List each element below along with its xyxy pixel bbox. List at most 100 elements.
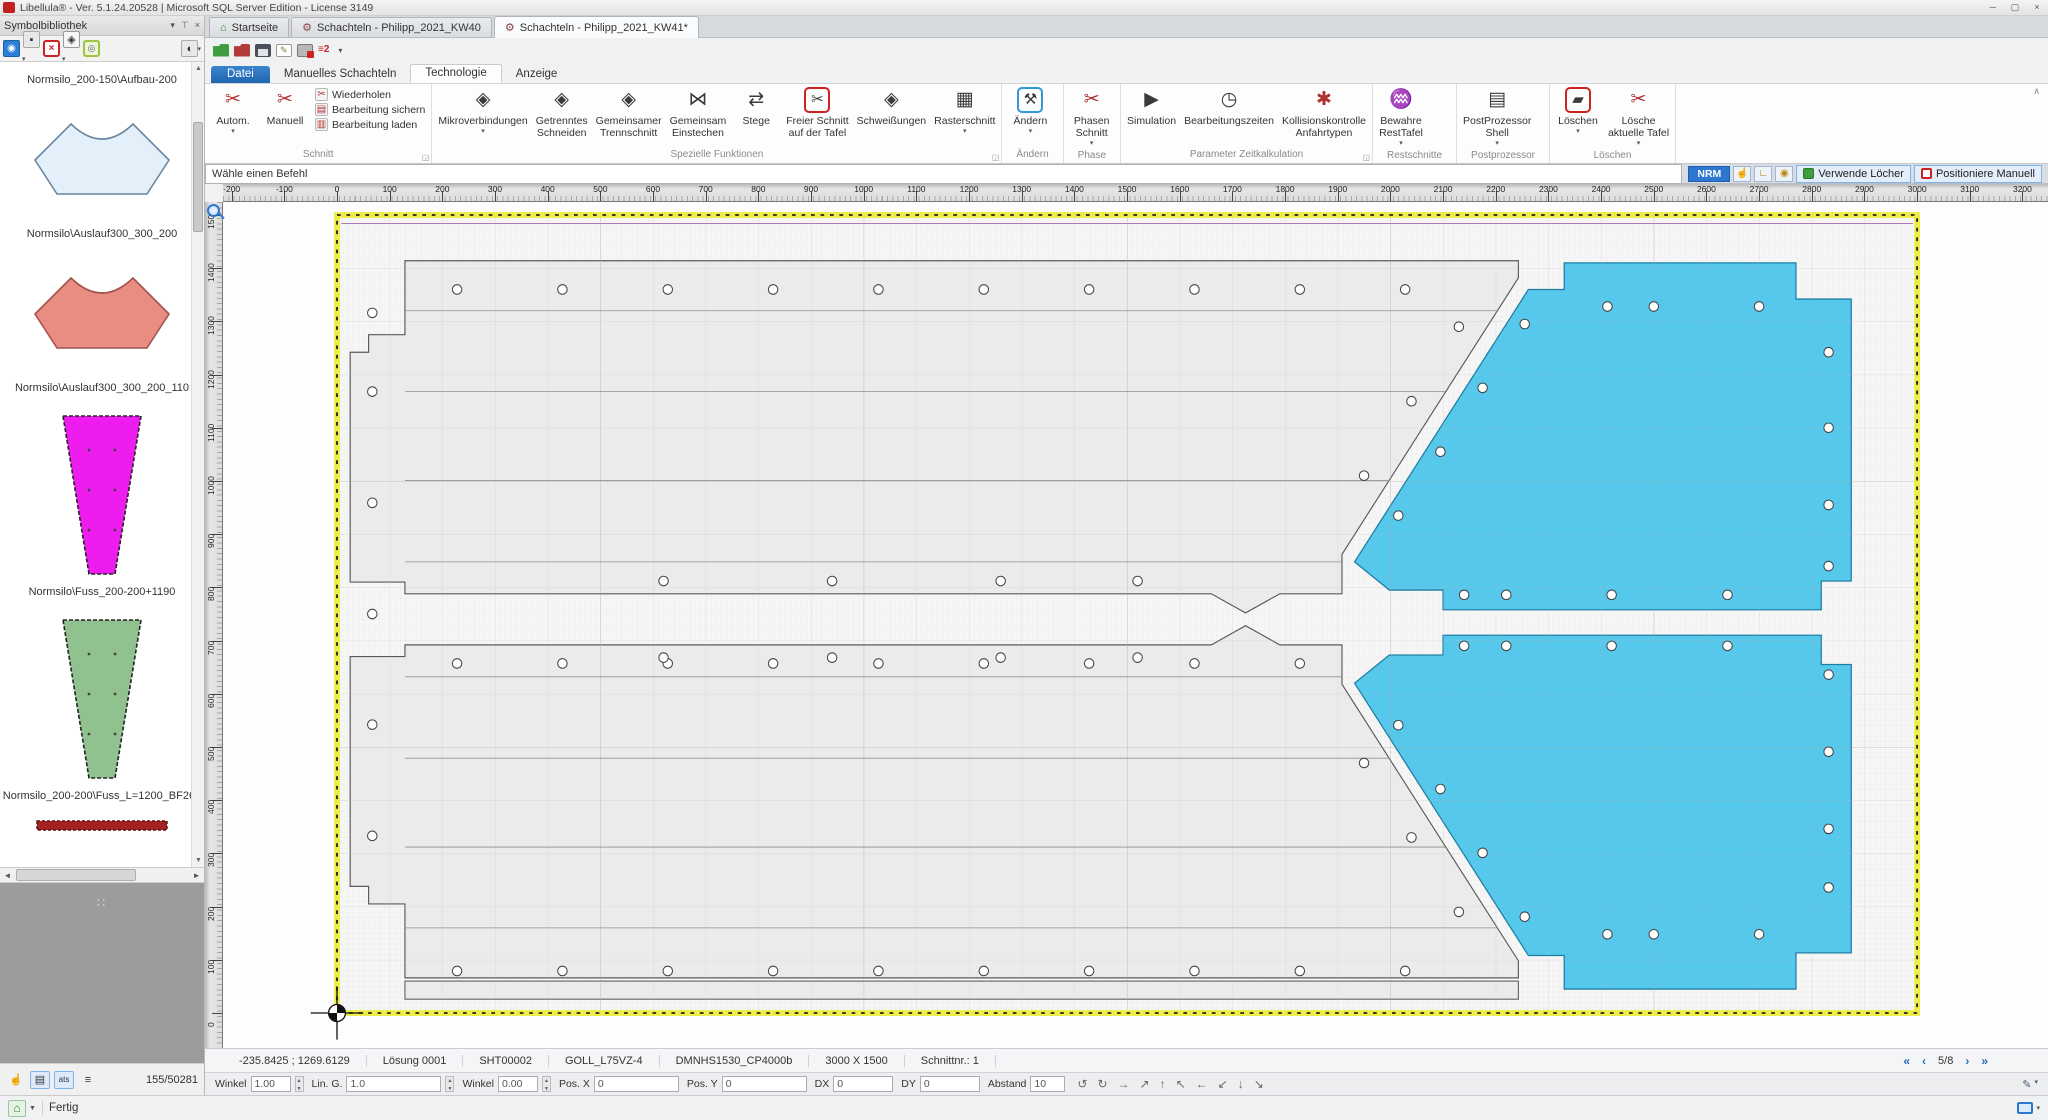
doc-tab-2[interactable]: ⚙Schachteln - Philipp_2021_KW41*: [494, 16, 699, 38]
gemeinsam-einstechen-button[interactable]: ⋈Gemeinsam Einstechen: [666, 85, 731, 141]
transform-arrow-6[interactable]: ←: [1196, 1077, 1208, 1091]
monitor-icon[interactable]: [2017, 1102, 2033, 1114]
transform-arrow-7[interactable]: ↙: [1218, 1077, 1228, 1091]
scrollbar-thumb[interactable]: [193, 122, 203, 232]
prev-page-button[interactable]: ‹: [1922, 1054, 1926, 1068]
library-horizontal-scrollbar[interactable]: ◄ ►: [0, 868, 204, 883]
spinner-icon[interactable]: ▲▼: [295, 1076, 304, 1092]
edit-field-pos-x-input[interactable]: 0: [594, 1076, 679, 1092]
use-holes-toggle[interactable]: Verwende Löcher: [1796, 165, 1911, 183]
list-icon[interactable]: ≡: [78, 1071, 98, 1089]
panel-pin-icon[interactable]: ⊤: [181, 20, 189, 31]
manuell-button[interactable]: ✂Manuell: [259, 85, 311, 129]
touch-mode-icon[interactable]: ☝: [1733, 166, 1751, 182]
edit-document-icon[interactable]: [276, 44, 292, 57]
ribbon-tab-technologie[interactable]: Technologie: [410, 64, 501, 83]
transform-arrow-8[interactable]: ↓: [1238, 1077, 1244, 1091]
parts-text-icon[interactable]: ats: [54, 1071, 74, 1089]
edit-field-dx-input[interactable]: 0: [833, 1076, 893, 1092]
display-icon[interactable]: ◐: [181, 40, 198, 57]
simulation-button[interactable]: ▶Simulation: [1123, 85, 1180, 129]
camera-icon[interactable]: ◎: [83, 40, 100, 57]
loesche-aktuelle-tafel-button[interactable]: ✂Lösche aktuelle Tafel▾: [1604, 85, 1673, 150]
scroll-up-icon[interactable]: ▲: [192, 62, 204, 75]
aendern-button[interactable]: ⚒Ändern▾: [1004, 85, 1056, 138]
nesting-canvas[interactable]: 1500140013001200110010009008007006005004…: [205, 202, 2048, 1048]
command-input[interactable]: Wähle einen Befehl: [205, 164, 1682, 184]
next-page-button[interactable]: ›: [1965, 1054, 1969, 1068]
library-part-thumbnail[interactable]: [0, 808, 204, 836]
autom-button[interactable]: ✂Autom.▾: [207, 85, 259, 138]
position-manual-toggle[interactable]: Positioniere Manuell: [1914, 165, 2042, 183]
scroll-right-icon[interactable]: ►: [189, 868, 204, 883]
sync-icon[interactable]: ◉: [3, 40, 20, 57]
panel-dropdown-icon[interactable]: ▾: [170, 20, 175, 31]
library-part-thumbnail[interactable]: [0, 400, 204, 582]
box-icon[interactable]: ◈: [63, 31, 80, 48]
gemeinsamer-trennschnitt-button[interactable]: ◈Gemeinsamer Trennschnitt: [592, 85, 666, 141]
monitor-dropdown-icon[interactable]: ▾: [2036, 1104, 2040, 1112]
library-part-thumbnail[interactable]: [0, 246, 204, 378]
transform-arrow-9[interactable]: ↘: [1254, 1077, 1264, 1091]
bewahre-resttafel-button[interactable]: ♒Bewahre RestTafel▾: [1375, 85, 1427, 150]
dialog-launcher-icon[interactable]: ◲: [1362, 153, 1370, 162]
loeschen-button[interactable]: ▰Löschen▾: [1552, 85, 1604, 138]
library-folder-icon[interactable]: ▤: [30, 1071, 50, 1089]
zoom-tool-icon[interactable]: [207, 204, 220, 217]
bearbeitungszeiten-button[interactable]: ◷Bearbeitungszeiten: [1180, 85, 1278, 129]
spinner-icon[interactable]: ▲▼: [542, 1076, 551, 1092]
library-part-thumbnail[interactable]: [0, 604, 204, 786]
quick-access-more-icon[interactable]: ▾: [338, 46, 342, 55]
bearbeitung-sichern-button[interactable]: ▤Bearbeitung sichern: [315, 103, 425, 116]
mikroverbindungen-button[interactable]: ◈Mikroverbindungen▾: [434, 85, 531, 138]
wiederholen-button[interactable]: ✂Wiederholen: [315, 88, 425, 101]
scrollbar-thumb[interactable]: [16, 869, 136, 881]
stats-icon[interactable]: ▪: [23, 31, 40, 48]
close-button[interactable]: ×: [2026, 2, 2048, 13]
library-vertical-scrollbar[interactable]: ▲ ▼: [191, 62, 204, 867]
rasterschnitt-button[interactable]: ▦Rasterschnitt▾: [930, 85, 999, 138]
scroll-left-icon[interactable]: ◄: [0, 868, 15, 883]
edit-field-abstand-input[interactable]: 10: [1030, 1076, 1065, 1092]
dialog-launcher-icon[interactable]: ◲: [422, 153, 430, 162]
schweissungen-button[interactable]: ◈Schweißungen: [853, 85, 930, 129]
doc-tab-1[interactable]: ⚙Schachteln - Philipp_2021_KW40: [291, 17, 492, 37]
phasen-schnitt-button[interactable]: ✂Phasen Schnitt▾: [1066, 85, 1118, 150]
spinner-icon[interactable]: ▲▼: [445, 1076, 454, 1092]
scroll-down-icon[interactable]: ▼: [192, 854, 204, 867]
stege-button[interactable]: ⇄Stege: [730, 85, 782, 129]
postprozessor-shell-button[interactable]: ▤PostProzessor Shell▾: [1459, 85, 1535, 150]
edit-field-pos-y-input[interactable]: 0: [722, 1076, 807, 1092]
maximize-button[interactable]: ▢: [2004, 2, 2026, 13]
first-page-button[interactable]: «: [1903, 1054, 1910, 1068]
save-icon[interactable]: [255, 44, 271, 57]
pipe-mode-icon[interactable]: ∟: [1754, 166, 1772, 182]
minimize-button[interactable]: ─: [1982, 2, 2004, 13]
bearbeitung-laden-button[interactable]: ▥Bearbeitung laden: [315, 118, 425, 131]
ribbon-tab-manuelles-schachteln[interactable]: Manuelles Schachteln: [270, 66, 411, 83]
ribbon-tab-datei[interactable]: Datei: [211, 66, 270, 83]
getrenntes-schneiden-button[interactable]: ◈Getrenntes Schneiden: [532, 85, 592, 141]
transform-arrow-3[interactable]: ↗: [1140, 1077, 1150, 1091]
doc-tab-0[interactable]: ⌂Startseite: [209, 17, 289, 37]
panel-resize-area[interactable]: ∷: [0, 883, 204, 1063]
edit-field-winkel-input[interactable]: 1.00: [251, 1076, 291, 1092]
transform-arrow-1[interactable]: ↻: [1097, 1077, 1107, 1091]
edit-tool-icon[interactable]: ✎▾: [2022, 1078, 2038, 1091]
open-folder-icon[interactable]: [213, 44, 229, 57]
ribbon-tab-anzeige[interactable]: Anzeige: [502, 66, 572, 83]
panel-close-icon[interactable]: ×: [195, 20, 200, 31]
kollisionskontrolle-button[interactable]: ✱Kollisionskontrolle Anfahrtypen: [1278, 85, 1370, 141]
gray-strip-bottom[interactable]: [405, 981, 1518, 999]
nesting-drawing[interactable]: [223, 202, 2048, 1048]
home-icon[interactable]: ⌂: [8, 1100, 26, 1117]
dialog-launcher-icon[interactable]: ◲: [992, 153, 1000, 162]
transform-arrow-5[interactable]: ↖: [1176, 1077, 1186, 1091]
delete-part-icon[interactable]: ×: [43, 40, 60, 57]
mz2-icon[interactable]: ≡2: [318, 44, 329, 57]
import-folder-icon[interactable]: [234, 44, 250, 57]
status-dropdown-icon[interactable]: ▼: [29, 1105, 36, 1112]
transform-arrow-2[interactable]: →: [1118, 1077, 1130, 1091]
export-box-icon[interactable]: [297, 44, 313, 57]
transform-arrow-0[interactable]: ↺: [1077, 1077, 1087, 1091]
